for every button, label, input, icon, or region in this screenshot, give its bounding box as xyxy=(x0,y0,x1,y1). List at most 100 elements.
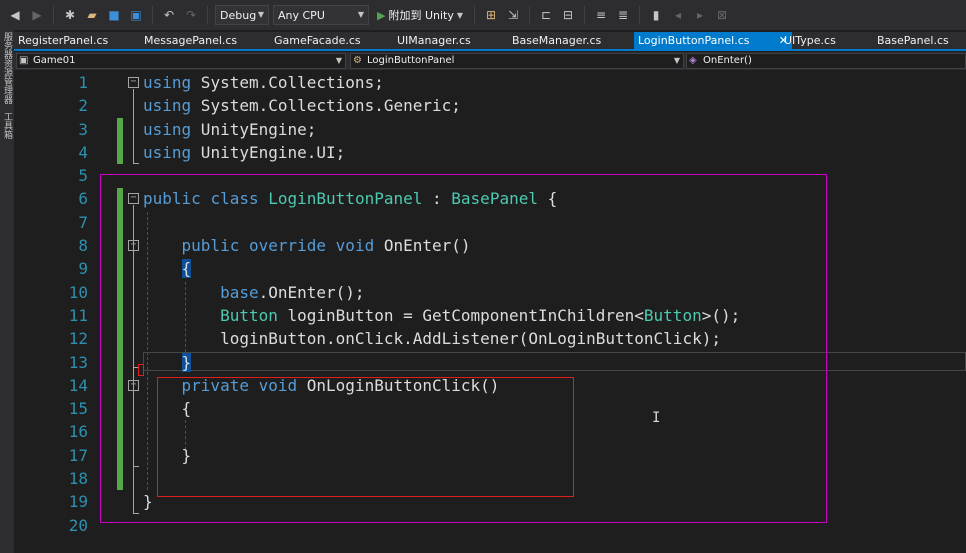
line-number: 19 xyxy=(68,492,88,512)
server-explorer-tab[interactable]: 服务器资源管理器 xyxy=(1,32,13,104)
highlight-box-method xyxy=(157,377,574,497)
line-number: 8 xyxy=(78,236,88,256)
step-icon[interactable]: ⇲ xyxy=(504,6,522,24)
keyword: using xyxy=(143,73,192,92)
undo-icon[interactable]: ↶ xyxy=(160,6,178,24)
code-line-2: using System.Collections.Generic; xyxy=(143,94,740,117)
keyword: using xyxy=(143,142,192,162)
toolbox-tab[interactable]: 工具箱 xyxy=(1,112,13,139)
edit-marker xyxy=(138,364,144,376)
line-number: 5 xyxy=(78,166,88,186)
change-indicator xyxy=(117,118,123,164)
back-icon[interactable]: ◀ xyxy=(6,6,24,24)
text-cursor-icon: I xyxy=(652,410,661,426)
member-value: OnEnter() xyxy=(703,55,752,66)
save-icon[interactable]: ■ xyxy=(105,6,123,24)
comment-icon[interactable]: ≡ xyxy=(592,6,610,24)
tab-loginbuttonpanel[interactable]: LoginButtonPanel.cs ✕ xyxy=(634,32,792,50)
tab-basemanager[interactable]: BaseManager.cs xyxy=(508,32,628,50)
tab-registerpanel[interactable]: RegisterPanel.cs xyxy=(14,32,132,50)
find-icon[interactable]: ⊞ xyxy=(482,6,500,24)
collapse-icon[interactable]: − xyxy=(128,77,139,88)
platform-value: Any CPU xyxy=(278,8,325,22)
tab-basepanel[interactable]: BasePanel.cs xyxy=(873,32,963,50)
line-number: 6 xyxy=(78,189,88,209)
tab-uitype[interactable]: UIType.cs xyxy=(780,32,860,50)
next-bookmark-icon[interactable]: ▸ xyxy=(691,6,709,24)
line-number: 10 xyxy=(68,282,88,302)
code-text-span: System.Collections; xyxy=(191,73,384,92)
collapse-icon[interactable]: ⊟ xyxy=(559,6,577,24)
line-number: 11 xyxy=(68,305,88,325)
left-tool-strip: 服务器资源管理器 工具箱 xyxy=(0,30,14,553)
line-number: 12 xyxy=(68,329,88,349)
clear-bookmark-icon[interactable]: ⊠ xyxy=(713,6,731,24)
tab-gamefacade[interactable]: GameFacade.cs xyxy=(270,32,388,50)
line-number: 4 xyxy=(78,142,88,162)
line-number: 1 xyxy=(78,73,88,92)
line-number: 14 xyxy=(68,375,88,395)
chevron-down-icon: ▼ xyxy=(456,10,464,20)
line-number: 15 xyxy=(68,399,88,419)
line-number: 20 xyxy=(68,515,88,535)
attach-unity-button[interactable]: ▶ 附加到 Unity ▼ xyxy=(373,7,467,23)
forward-icon[interactable]: ▶ xyxy=(28,6,46,24)
navigation-bar: ▣ Game01 ▼ ⚙ LoginButtonPanel ▼ ◈ OnEnte… xyxy=(14,52,966,70)
keyword: using xyxy=(143,96,192,116)
project-value: Game01 xyxy=(33,55,76,66)
toolbar-divider xyxy=(152,6,153,24)
tab-label: MessagePanel.cs xyxy=(144,34,238,47)
platform-dropdown[interactable]: Any CPU ▼ xyxy=(273,5,369,25)
open-icon[interactable]: ▰ xyxy=(83,6,101,24)
uncomment-icon[interactable]: ≣ xyxy=(614,6,632,24)
bookmark-icon[interactable]: ▮ xyxy=(647,6,665,24)
tab-uimanager[interactable]: UIManager.cs xyxy=(393,32,503,50)
toolbar-divider xyxy=(53,6,54,24)
line-number: 7 xyxy=(78,212,88,232)
prev-bookmark-icon[interactable]: ◂ xyxy=(669,6,687,24)
tab-messagepanel[interactable]: MessagePanel.cs xyxy=(140,32,258,50)
document-tabs: RegisterPanel.cs MessagePanel.cs GameFac… xyxy=(14,32,966,51)
csharp-project-icon: ▣ xyxy=(19,55,29,66)
toolbar-divider xyxy=(639,6,641,24)
new-project-icon[interactable]: ✱ xyxy=(61,6,79,24)
play-icon: ▶ xyxy=(377,8,386,22)
keyword: using xyxy=(143,119,192,139)
code-line-3: using UnityEngine; xyxy=(143,118,740,141)
class-icon: ⚙ xyxy=(353,55,362,66)
line-number: 3 xyxy=(78,119,88,139)
project-dropdown[interactable]: ▣ Game01 ▼ xyxy=(16,53,346,69)
method-icon: ◈ xyxy=(689,55,697,66)
toolbar-divider xyxy=(207,6,208,24)
line-number-margin: 1 2 3 4 5 6 7 8 9 10 11 12 13 14 15 16 1… xyxy=(40,71,88,537)
line-number: 17 xyxy=(68,445,88,465)
tab-label: UIManager.cs xyxy=(397,34,471,47)
line-number: 13 xyxy=(68,352,88,372)
chevron-down-icon: ▼ xyxy=(357,10,364,19)
chevron-down-icon: ▼ xyxy=(335,56,342,65)
toolbar-divider xyxy=(529,6,531,24)
tab-label: LoginButtonPanel.cs xyxy=(638,34,750,47)
attach-label: 附加到 Unity xyxy=(388,9,454,22)
save-all-icon[interactable]: ▣ xyxy=(127,6,145,24)
toolbar-divider xyxy=(584,6,586,24)
class-dropdown[interactable]: ⚙ LoginButtonPanel ▼ xyxy=(350,53,684,69)
tab-label: BasePanel.cs xyxy=(877,34,949,47)
code-line-4: using UnityEngine.UI; xyxy=(143,141,740,164)
outline-end xyxy=(133,163,139,164)
toolbar-divider xyxy=(474,6,476,24)
chevron-down-icon: ▼ xyxy=(257,10,264,19)
code-text-span: UnityEngine; xyxy=(191,119,317,139)
code-text-span: UnityEngine.UI; xyxy=(191,142,346,162)
line-number: 9 xyxy=(78,259,88,279)
tab-label: BaseManager.cs xyxy=(512,34,602,47)
configuration-value: Debug xyxy=(220,8,257,22)
toolbar: ◀ ▶ ✱ ▰ ■ ▣ ↶ ↷ Debug ▼ Any CPU ▼ ▶ 附加到 … xyxy=(0,0,966,30)
configuration-dropdown[interactable]: Debug ▼ xyxy=(215,5,269,25)
outline-line xyxy=(133,89,134,164)
redo-icon[interactable]: ↷ xyxy=(182,6,200,24)
line-number: 2 xyxy=(78,96,88,116)
outline-icon[interactable]: ⊏ xyxy=(537,6,555,24)
member-dropdown[interactable]: ◈ OnEnter() xyxy=(686,53,966,69)
tab-label: GameFacade.cs xyxy=(274,34,361,47)
